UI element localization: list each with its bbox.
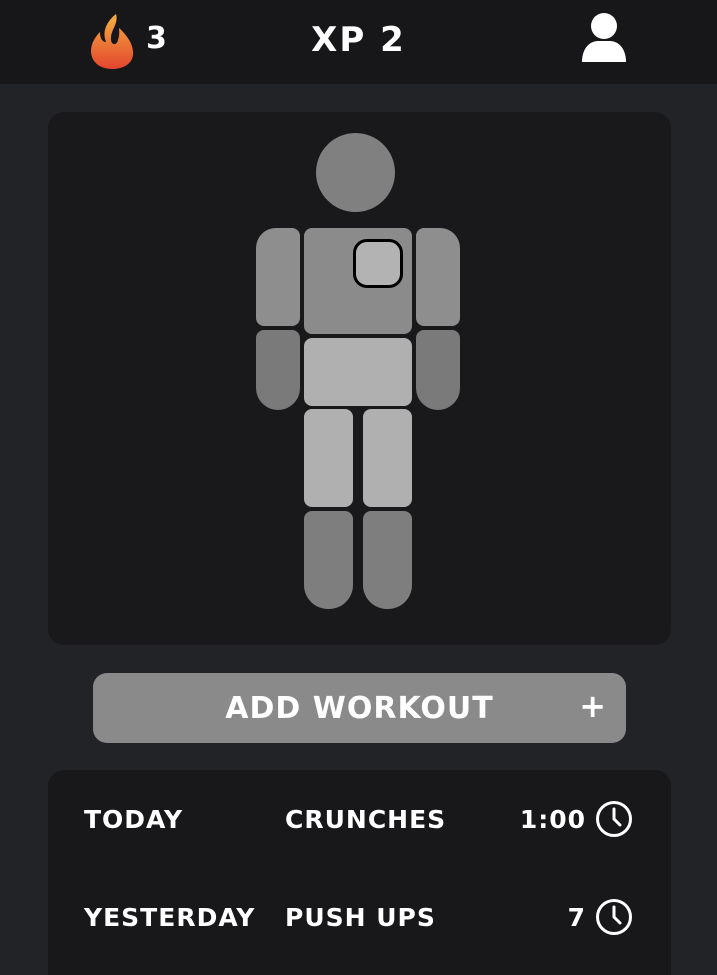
- body-part-upper-arm-right[interactable]: [416, 228, 460, 326]
- body-part-head[interactable]: [316, 133, 395, 212]
- profile-button[interactable]: [580, 12, 628, 64]
- top-bar: 3 XP 2: [0, 0, 717, 84]
- log-exercise: CRUNCHES: [285, 805, 447, 834]
- log-day: YESTERDAY: [84, 903, 256, 932]
- body-map-card: [48, 112, 671, 645]
- body-part-calf-right[interactable]: [363, 511, 412, 609]
- log-value: 1:00: [519, 805, 586, 834]
- body-part-forearm-left[interactable]: [256, 330, 300, 410]
- body-part-forearm-right[interactable]: [416, 330, 460, 410]
- body-part-chest[interactable]: [304, 228, 412, 334]
- app-screen: 3 XP 2 ADD WORKOUT + TODAY CRUNCHES 1:00…: [0, 0, 717, 975]
- log-day: TODAY: [84, 805, 184, 834]
- body-part-thigh-right[interactable]: [363, 409, 412, 507]
- add-workout-button[interactable]: ADD WORKOUT +: [93, 673, 626, 743]
- plus-icon: +: [579, 687, 606, 725]
- user-icon: [580, 12, 628, 64]
- body-part-abs[interactable]: [304, 338, 412, 406]
- log-entry[interactable]: YESTERDAY PUSH UPS 7: [48, 893, 671, 943]
- clock-icon: [595, 800, 633, 838]
- workout-log-card: TODAY CRUNCHES 1:00 YESTERDAY PUSH UPS 7: [48, 770, 671, 975]
- log-value: 7: [567, 903, 586, 932]
- clock-icon: [595, 898, 633, 936]
- body-part-thigh-left[interactable]: [304, 409, 353, 507]
- log-exercise: PUSH UPS: [285, 903, 436, 932]
- body-part-upper-arm-left[interactable]: [256, 228, 300, 326]
- selected-muscle-highlight: [353, 239, 403, 288]
- add-workout-label: ADD WORKOUT: [225, 691, 494, 726]
- log-entry[interactable]: TODAY CRUNCHES 1:00: [48, 795, 671, 845]
- body-part-calf-left[interactable]: [304, 511, 353, 609]
